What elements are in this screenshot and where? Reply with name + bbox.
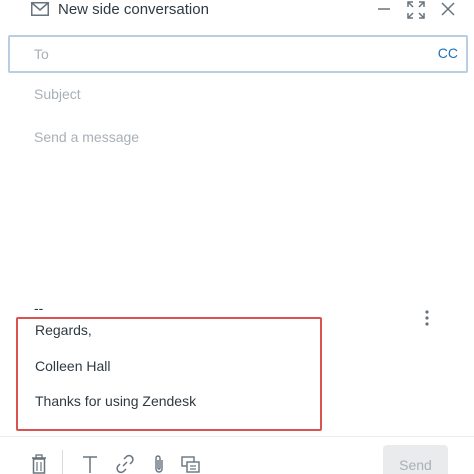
toolbar-divider [0,436,474,437]
signature-line-name: Colleen Hall [35,358,111,374]
text-format-icon[interactable] [80,454,100,474]
message-input[interactable]: Send a message [34,129,139,145]
close-icon[interactable] [440,1,456,17]
mail-icon [31,2,49,16]
signature-line-regards: Regards, [35,322,92,338]
panel-header: New side conversation [0,0,474,22]
cc-button[interactable]: CC [438,45,458,61]
macro-icon[interactable] [181,454,201,474]
attachment-icon[interactable] [149,454,169,474]
signature-line-thanks: Thanks for using Zendesk [35,393,197,409]
toolbar-separator [62,450,63,474]
side-conversation-panel: New side conversation To CC Subject Send… [0,0,474,474]
send-button[interactable]: Send [383,445,448,474]
panel-title: New side conversation [58,1,209,18]
subject-input[interactable]: Subject [34,86,81,102]
trash-icon[interactable] [29,454,49,474]
link-icon[interactable] [115,454,135,474]
minimize-icon[interactable] [376,1,392,17]
more-options-icon[interactable] [421,309,433,327]
expand-icon[interactable] [407,1,425,19]
signature-dashes: -- [34,300,44,316]
to-label: To [34,46,49,62]
to-field[interactable]: To CC [8,35,468,73]
